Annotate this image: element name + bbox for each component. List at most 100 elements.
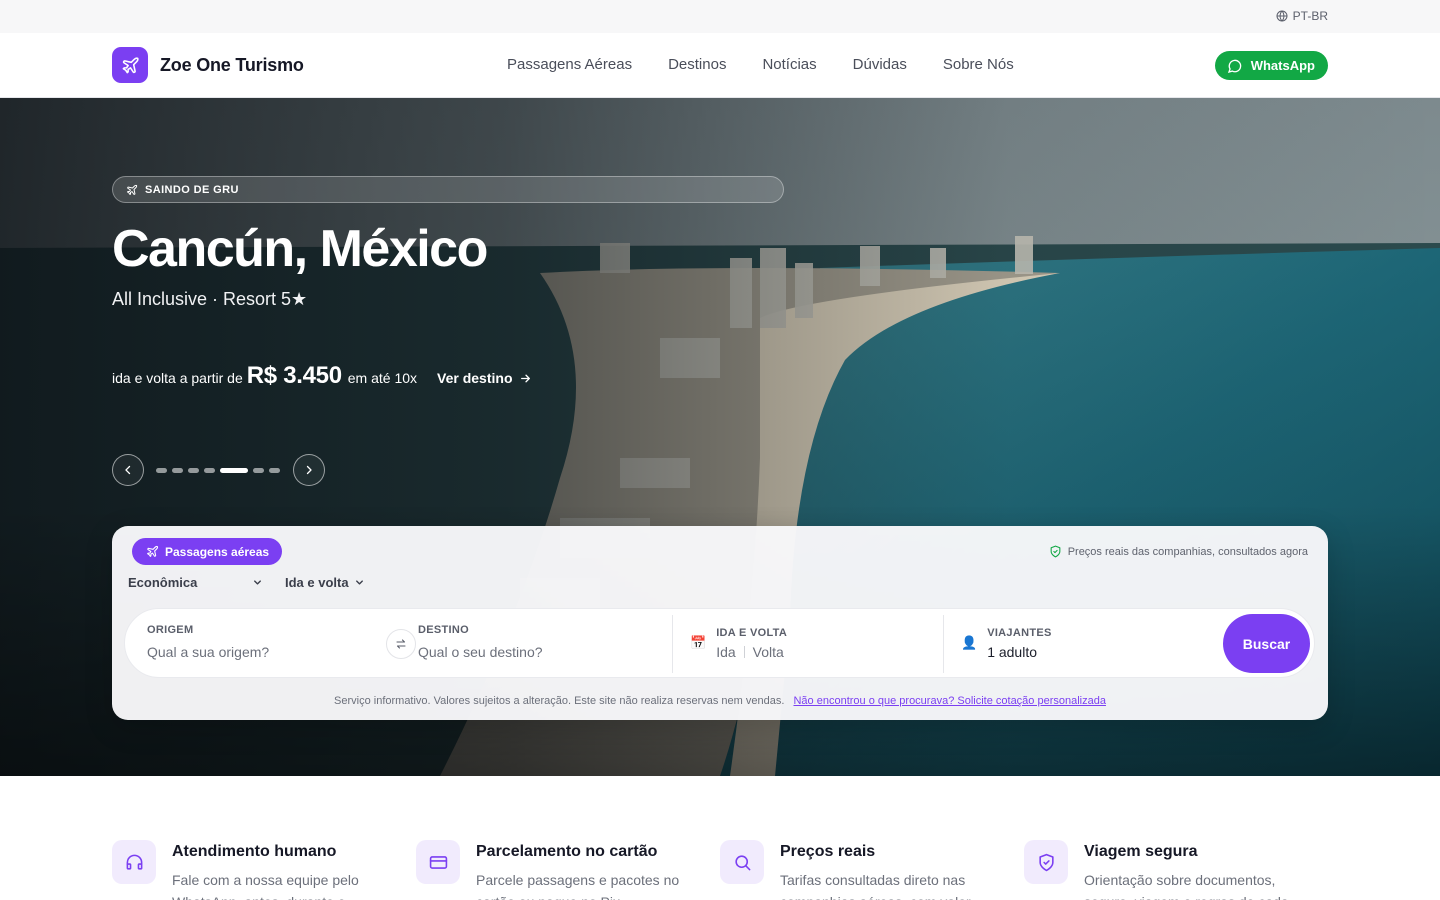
- chevron-left-icon: [125, 465, 131, 475]
- headset-icon: [126, 854, 142, 870]
- feature-item: Viagem segura Orientação sobre documento…: [1024, 840, 1328, 900]
- shield-check-icon: [1038, 853, 1054, 871]
- origin-badge: SAINDO DE GRU: [112, 176, 784, 203]
- site-header: Zoe One Turismo Passagens Aéreas Destino…: [0, 33, 1440, 98]
- custom-quote-link[interactable]: Não encontrou o que procurava? Solicite …: [793, 695, 1105, 707]
- dates-field[interactable]: 📅 IDA E VOLTA Ida Volta: [690, 627, 787, 697]
- origin-label: ORIGEM: [147, 624, 194, 636]
- globe-icon: [1276, 10, 1288, 22]
- feature-icon-box: [112, 840, 156, 884]
- origin-badge-label: SAINDO DE GRU: [145, 183, 239, 196]
- feature-item: Parcelamento no cartão Parcele passagens…: [416, 840, 720, 900]
- destination-label: DESTINO: [418, 624, 469, 636]
- plane-icon: [127, 184, 138, 195]
- swap-arrows-icon: [396, 639, 406, 649]
- carousel-dot[interactable]: [204, 467, 215, 473]
- hero-content: SAINDO DE GRU Cancún, México All Inclusi…: [112, 176, 812, 390]
- feature-icon-box: [1024, 840, 1068, 884]
- user-icon: 👤: [961, 635, 978, 650]
- price-prefix: ida e volta a partir de: [112, 370, 243, 386]
- carousel-prev-button[interactable]: [112, 454, 144, 486]
- shield-check-icon: [1050, 545, 1061, 558]
- travelers-field[interactable]: 👤 VIAJANTES 1 adulto: [961, 627, 1052, 697]
- feature-item: Atendimento humano Fale com a nossa equi…: [112, 840, 416, 900]
- trust-note-text: Preços reais das companhias, consultados…: [1067, 545, 1308, 558]
- features-row: Atendimento humano Fale com a nossa equi…: [112, 840, 1328, 900]
- hero-banner: SAINDO DE GRU Cancún, México All Inclusi…: [0, 98, 1440, 776]
- feature-desc: Orientação sobre documentos, seguro, via…: [1084, 872, 1289, 900]
- price-value: R$ 3.450: [246, 362, 342, 389]
- cabin-class-value: Econômica: [128, 575, 198, 590]
- depart-input[interactable]: Ida: [716, 644, 735, 660]
- language-switcher[interactable]: PT-BR: [1276, 9, 1328, 23]
- dates-label: IDA E VOLTA: [716, 627, 788, 639]
- search-fields: ORIGEM Qual a sua origem? DESTINO Qual o…: [124, 608, 1315, 678]
- arrow-right-icon: [520, 374, 530, 382]
- mode-tab-flights[interactable]: Passagens aéreas: [132, 538, 283, 565]
- carousel-dot[interactable]: [188, 467, 199, 473]
- feature-title: Atendimento humano: [172, 843, 337, 860]
- destination-input[interactable]: Qual o seu destino?: [418, 644, 543, 660]
- credit-card-icon: [429, 855, 447, 869]
- trip-type-select[interactable]: Ida e volta: [285, 575, 365, 590]
- nav-noticias[interactable]: Notícias: [762, 56, 816, 73]
- feature-title: Preços reais: [780, 843, 876, 860]
- origin-field[interactable]: ORIGEM Qual a sua origem?: [147, 624, 269, 694]
- trust-note: Preços reais das companhias, consultados…: [1049, 545, 1308, 558]
- feature-desc: Fale com a nossa equipe pelo WhatsApp, a…: [172, 872, 359, 900]
- feature-item: Preços reais Tarifas consultadas direto …: [720, 840, 1024, 900]
- travelers-label: VIAJANTES: [987, 627, 1052, 639]
- feature-icon-box: [416, 840, 460, 884]
- trip-type-value: Ida e volta: [285, 575, 349, 590]
- chevron-right-icon: [306, 465, 312, 475]
- carousel-next-button[interactable]: [293, 454, 325, 486]
- carousel-dot[interactable]: [220, 467, 248, 473]
- carousel-dot[interactable]: [269, 467, 280, 473]
- field-divider: [672, 615, 673, 673]
- feature-title: Viagem segura: [1084, 843, 1198, 860]
- destination-title: Cancún, México: [112, 220, 488, 278]
- carousel-dot[interactable]: [253, 467, 264, 473]
- origin-input[interactable]: Qual a sua origem?: [147, 644, 269, 660]
- calendar-icon: 📅: [690, 635, 707, 650]
- feature-icon-box: [720, 840, 764, 884]
- return-input[interactable]: Volta: [753, 644, 784, 660]
- brand-link[interactable]: Zoe One Turismo: [112, 47, 304, 83]
- brand-name: Zoe One Turismo: [160, 54, 304, 75]
- disclaimer: Serviço informativo. Valores sujeitos a …: [112, 695, 1328, 707]
- destination-subtitle: All Inclusive · Resort 5★: [112, 289, 308, 309]
- nav-sobre[interactable]: Sobre Nós: [943, 56, 1014, 73]
- logo: [112, 47, 148, 83]
- cabin-class-select[interactable]: Econômica: [128, 575, 263, 590]
- plane-icon: [147, 545, 159, 557]
- disclaimer-text: Serviço informativo. Valores sujeitos a …: [334, 695, 785, 707]
- utility-bar: PT-BR: [0, 0, 1440, 33]
- chevron-down-icon: [355, 580, 363, 585]
- price-installments: em até 10x: [347, 370, 418, 386]
- search-card: Passagens aéreas Preços reais das compan…: [112, 526, 1328, 720]
- feature-title: Parcelamento no cartão: [476, 843, 658, 860]
- nav-passagens[interactable]: Passagens Aéreas: [507, 56, 632, 73]
- price-row: ida e volta a partir de R$ 3.450 em até …: [112, 362, 812, 390]
- field-divider: [943, 615, 944, 673]
- carousel-dot[interactable]: [172, 467, 183, 473]
- whatsapp-icon: [1227, 59, 1241, 73]
- carousel-dots: [156, 467, 280, 473]
- chevron-down-icon: [254, 580, 261, 585]
- carousel-controls: [112, 454, 325, 486]
- search-button[interactable]: Buscar: [1223, 614, 1310, 673]
- feature-desc: Parcele passagens e pacotes no cartão ou…: [476, 872, 680, 900]
- destination-field[interactable]: DESTINO Qual o seu destino?: [418, 624, 543, 694]
- mode-tab-label: Passagens aéreas: [165, 544, 270, 559]
- main-nav: Passagens Aéreas Destinos Notícias Dúvid…: [507, 56, 1014, 73]
- feature-desc: Tarifas consultadas direto nas companhia…: [780, 872, 971, 900]
- see-destination-link[interactable]: Ver destino: [437, 370, 531, 386]
- whatsapp-button[interactable]: WhatsApp: [1214, 51, 1328, 80]
- carousel-dot[interactable]: [156, 467, 167, 473]
- language-label: PT-BR: [1292, 9, 1328, 23]
- whatsapp-label: WhatsApp: [1250, 58, 1315, 73]
- date-divider: [743, 646, 745, 658]
- nav-duvidas[interactable]: Dúvidas: [853, 56, 907, 73]
- swap-button[interactable]: [386, 629, 416, 659]
- nav-destinos[interactable]: Destinos: [668, 56, 726, 73]
